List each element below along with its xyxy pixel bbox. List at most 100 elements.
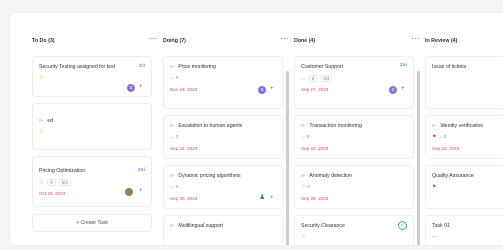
task-card[interactable]: Issue of tickets <box>425 56 503 109</box>
card-title: Issue of tickets <box>432 64 467 70</box>
complete-check-icon[interactable]: ✓ <box>398 221 407 230</box>
column-header: In Review (4) <box>425 36 503 48</box>
subtask-count: 0 <box>307 184 310 189</box>
arrow-icon: → <box>437 134 443 139</box>
priority-row: ☆ <box>39 129 44 135</box>
column-header: To Do (3) ··· <box>32 36 158 48</box>
subtask-count: 0 <box>443 134 447 139</box>
task-card[interactable]: ⊳ Dynamic pricing algorithms → 0 Sep 30, … <box>163 165 283 209</box>
card-title-row: ⊳ Transaction monitoring <box>301 123 362 129</box>
person-icon[interactable]: ♟ <box>259 193 265 201</box>
subtask-count: 0 <box>175 184 179 189</box>
column-doing: Doing (7) ··· ⊳ Price monitoring → 0 Nov … <box>163 13 289 245</box>
ai-badge: 2Ai <box>137 167 145 172</box>
task-card[interactable]: Task 01 — <box>425 215 503 245</box>
due-date: Sep 22, 2023 <box>170 146 198 151</box>
priority-row: ⚑ <box>432 184 436 190</box>
card-title-row: ⊳ Price monitoring <box>170 64 216 70</box>
card-title: Task 01 <box>432 223 450 229</box>
subtask-icon: ⊳ <box>432 123 437 129</box>
create-task-button[interactable]: + Create Task <box>32 214 152 232</box>
subtask-icon: ⊳ <box>170 64 175 70</box>
meta-row: ☆ 0 0/3 <box>39 179 71 186</box>
due-date: Sep 23, 2023 <box>432 146 460 151</box>
card-title: ed <box>47 118 54 124</box>
avatar[interactable]: S <box>127 84 135 92</box>
column-in-review: In Review (4) Issue of tickets ⊳ Identity… <box>425 13 503 245</box>
due-date: Sep 30, 2023 <box>170 196 198 201</box>
column-menu-icon[interactable]: ··· <box>412 36 421 43</box>
arrow-icon: → <box>301 76 306 81</box>
subtask-chip: 0/3 <box>320 75 333 82</box>
avatar[interactable] <box>125 188 133 196</box>
meta-row: ☆ 0 <box>301 184 310 190</box>
column-title: In Review (4) <box>425 38 458 44</box>
subtask-chip: 0/3 <box>58 179 71 186</box>
task-card[interactable]: ⊳ Identity verification ⚑ → 0 Sep 23, 202… <box>425 115 503 159</box>
task-card[interactable]: ⊳ Anomaly detection ☆ 0 Sep 28, 2023 <box>294 165 414 209</box>
task-card[interactable]: ⊳ Escalation to human agents → 0 Sep 22, … <box>163 115 283 159</box>
subtask-icon: ⊳ <box>170 223 175 229</box>
column-title: Doing (7) <box>163 38 186 44</box>
priority-row: — <box>432 234 437 239</box>
subtask-icon: ⊳ <box>39 118 44 124</box>
task-card[interactable]: Customer Support 2Ai → 0 0/3 Sep 27, 202… <box>294 56 414 109</box>
subtask-count: 0 <box>175 75 179 80</box>
add-assignee-icon[interactable]: + <box>139 188 143 194</box>
card-title-row: ⊳ Anomaly detection <box>301 173 352 179</box>
column-header: Doing (7) ··· <box>163 36 289 48</box>
flag-icon: ⚑ <box>432 184 437 190</box>
task-card[interactable]: Security Testing assigned for test 3/3 ☆… <box>32 56 152 97</box>
subtask-count: 3/3 <box>138 63 145 68</box>
card-title: Quality Assurance <box>432 173 474 179</box>
task-card[interactable]: Quality Assurance ⚑ <box>425 165 503 209</box>
task-card[interactable]: Pricing Optimization 2Ai ☆ 0 0/3 Oct 28,… <box>32 156 152 207</box>
avatar[interactable]: S <box>258 86 266 94</box>
comment-chip: 0 <box>47 179 56 186</box>
due-date: Nov 16, 2023 <box>170 87 198 92</box>
task-card[interactable]: ⊳ Transaction monitoring → 0 Sep 22, 2023 <box>294 115 414 159</box>
subtask-icon: ⊳ <box>301 123 306 129</box>
add-assignee-icon[interactable]: + <box>270 195 274 201</box>
column-menu-icon[interactable]: ··· <box>281 36 290 43</box>
card-title: Pricing Optimization <box>39 168 86 174</box>
task-card[interactable]: ⊳ Multilingual support <box>163 215 283 245</box>
task-card[interactable]: Security Clearance ✓ ☆ <box>294 215 414 245</box>
avatar[interactable]: S <box>389 86 397 94</box>
kanban-board: To Do (3) ··· Security Testing assigned … <box>10 13 503 245</box>
column-menu-icon[interactable]: ··· <box>150 36 159 43</box>
task-card[interactable]: ⊳ Price monitoring → 0 Nov 16, 2023 S + <box>163 56 283 109</box>
add-assignee-icon[interactable]: + <box>401 86 405 92</box>
card-title: Dynamic pricing algorithms <box>178 173 241 179</box>
arrow-icon: → <box>170 75 175 80</box>
card-title: Customer Support <box>301 64 344 70</box>
dash-icon: — <box>432 234 437 239</box>
priority-row: ☆ <box>301 234 306 240</box>
card-title: Escalation to human agents <box>178 123 243 129</box>
column-scrollbar[interactable] <box>417 71 420 245</box>
star-icon: ☆ <box>39 75 44 81</box>
task-card[interactable]: ⊳ ed ☆ <box>32 103 152 150</box>
star-icon: ☆ <box>39 129 44 135</box>
column-scrollbar[interactable] <box>286 71 289 245</box>
star-icon: ☆ <box>301 184 306 190</box>
subtask-icon: ⊳ <box>170 123 175 129</box>
ai-badge: 2Ai <box>399 62 407 67</box>
subtask-icon: ⊳ <box>170 173 175 179</box>
card-title-row: ⊳ Escalation to human agents <box>170 123 242 129</box>
subtask-count: 0 <box>175 134 179 139</box>
star-icon: ☆ <box>39 180 44 186</box>
add-assignee-icon[interactable]: + <box>139 84 143 90</box>
arrow-icon: → <box>170 134 175 139</box>
column-title: Done (4) <box>294 38 316 44</box>
due-date: Sep 28, 2023 <box>301 196 329 201</box>
card-title: Security Clearance <box>301 223 345 229</box>
column-title: To Do (3) <box>32 38 55 44</box>
add-assignee-icon[interactable]: + <box>270 86 274 92</box>
card-title-row: ⊳ ed <box>39 118 53 124</box>
arrow-icon: → <box>301 134 306 139</box>
column-done: Done (4) ··· Customer Support 2Ai → 0 0/… <box>294 13 420 245</box>
card-title: Transaction monitoring <box>309 123 362 129</box>
column-header: Done (4) ··· <box>294 36 420 48</box>
due-date: Sep 22, 2023 <box>301 146 329 151</box>
